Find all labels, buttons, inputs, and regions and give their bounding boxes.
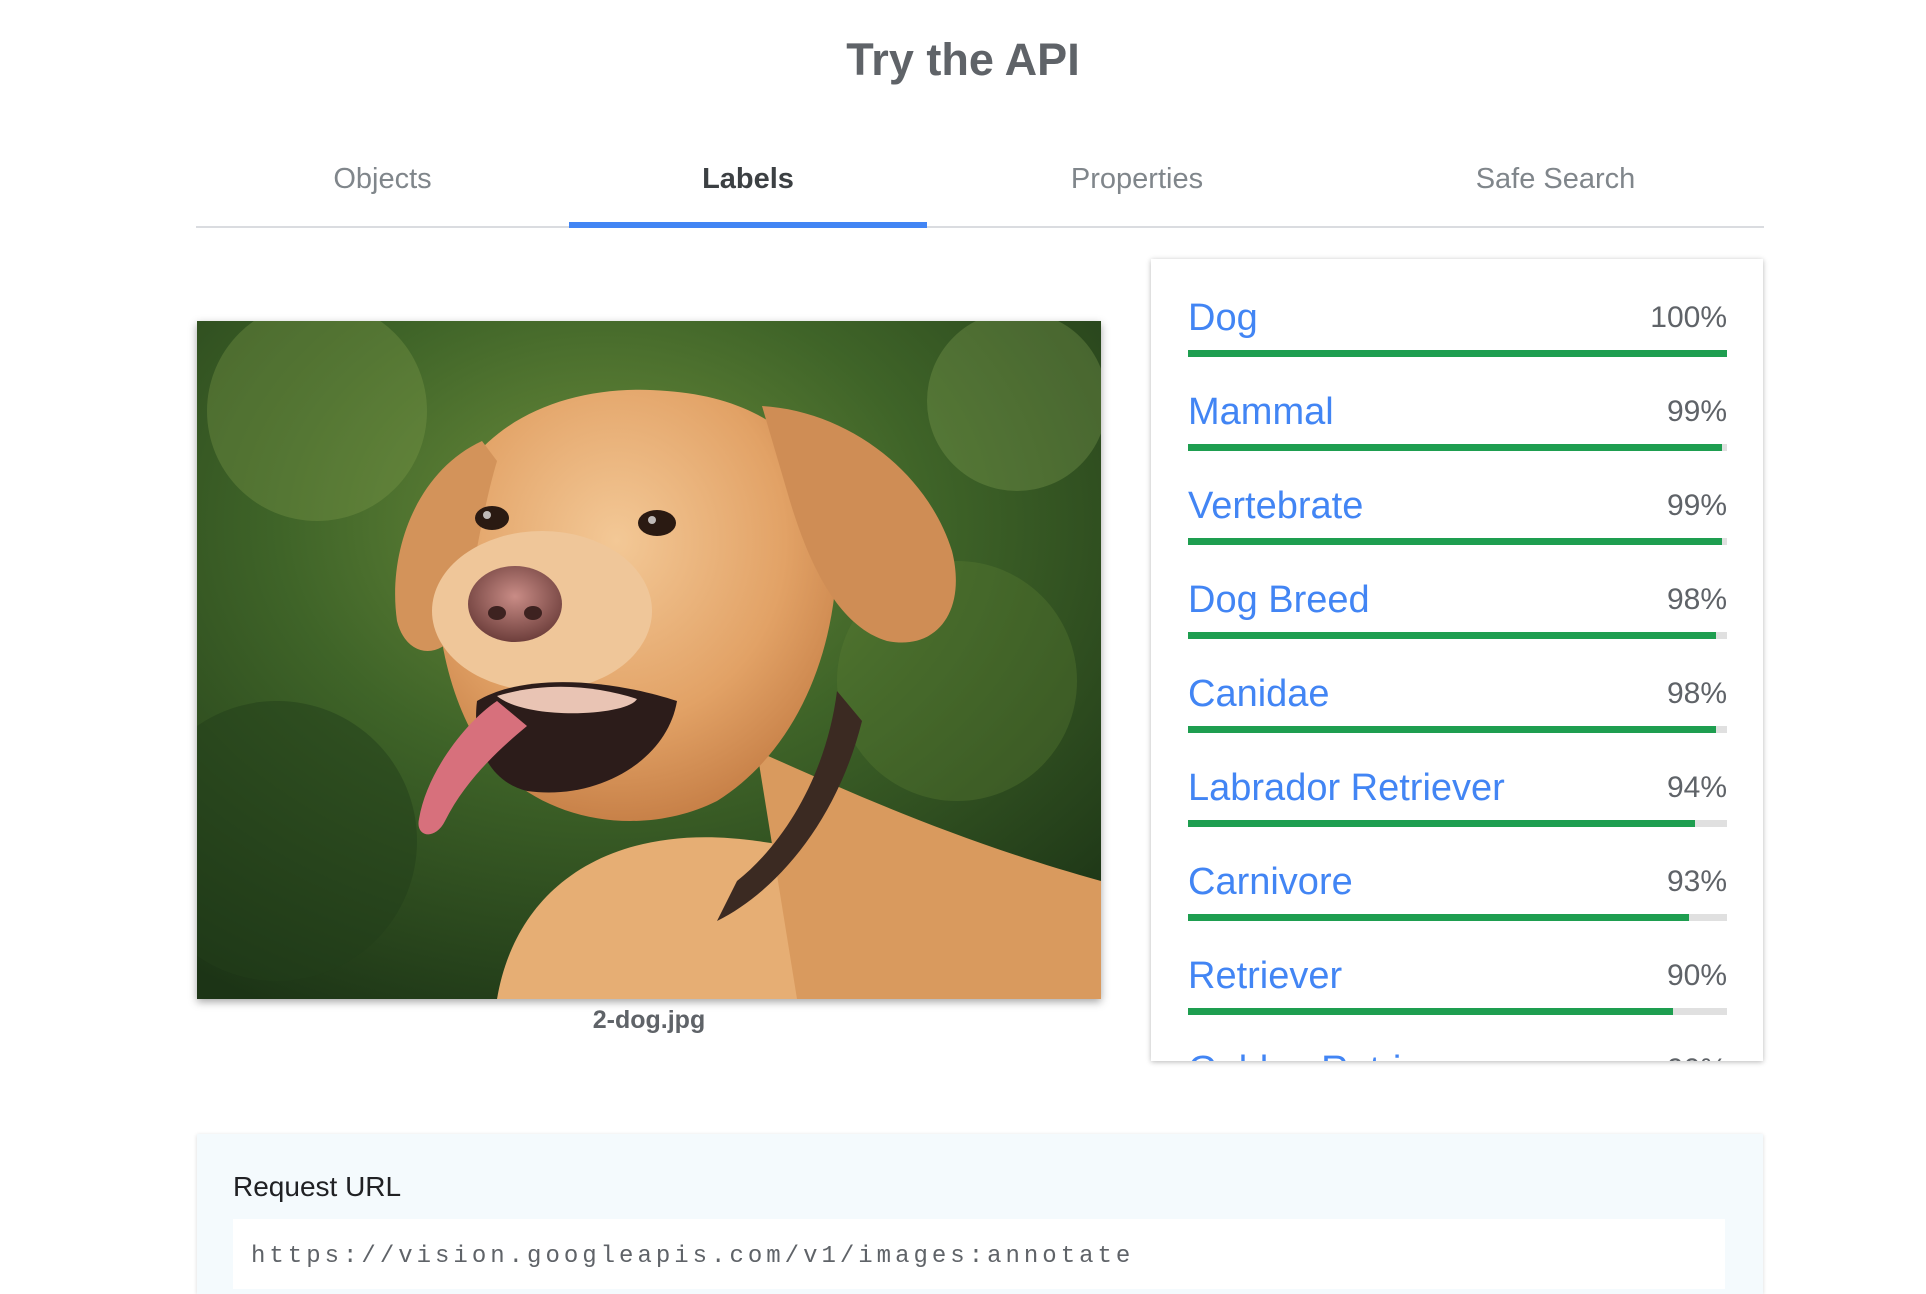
label-name[interactable]: Vertebrate	[1188, 485, 1363, 528]
label-name[interactable]: Dog	[1188, 297, 1258, 340]
label-row: Vertebrate 99%	[1188, 485, 1727, 579]
dog-photo	[197, 321, 1101, 999]
confidence-bar-fill	[1188, 538, 1722, 545]
label-score: 90%	[1666, 959, 1727, 992]
confidence-bar	[1188, 444, 1727, 451]
tab-labels[interactable]: Labels	[569, 163, 927, 196]
confidence-bar-fill	[1188, 632, 1717, 639]
label-row: Golden Retriever 90%	[1188, 1049, 1727, 1061]
confidence-bar-fill	[1188, 350, 1727, 357]
request-url-heading: Request URL	[233, 1171, 402, 1202]
label-score: 98%	[1666, 677, 1727, 710]
confidence-bar	[1188, 820, 1727, 827]
confidence-bar	[1188, 350, 1727, 357]
label-name[interactable]: Mammal	[1188, 391, 1334, 434]
confidence-bar	[1188, 726, 1727, 733]
label-name[interactable]: Canidae	[1188, 673, 1330, 716]
label-name[interactable]: Labrador Retriever	[1188, 767, 1505, 810]
tab-objects[interactable]: Objects	[196, 163, 569, 196]
label-row: Carnivore 93%	[1188, 861, 1727, 955]
label-name[interactable]: Dog Breed	[1188, 579, 1370, 622]
label-name[interactable]: Retriever	[1188, 955, 1342, 998]
label-name[interactable]: Golden Retriever	[1188, 1049, 1475, 1061]
confidence-bar-fill	[1188, 726, 1717, 733]
label-score: 90%	[1667, 1053, 1727, 1061]
uploaded-image	[197, 321, 1101, 999]
label-score: 94%	[1666, 771, 1727, 804]
page-title: Try the API	[846, 34, 1080, 85]
label-score: 100%	[1650, 301, 1727, 334]
image-filename: 2-dog.jpg	[592, 1006, 706, 1034]
label-name[interactable]: Carnivore	[1188, 861, 1353, 904]
label-score: 93%	[1666, 865, 1727, 898]
label-score: 99%	[1666, 395, 1727, 428]
confidence-bar-fill	[1188, 1008, 1674, 1015]
label-row: Dog 100%	[1188, 297, 1727, 391]
confidence-bar	[1188, 632, 1727, 639]
tab-safe-search[interactable]: Safe Search	[1347, 163, 1764, 196]
active-tab-indicator	[569, 222, 927, 228]
labels-panel[interactable]: Dog 100% Mammal 99% Vertebrate 99% Dog B…	[1151, 259, 1763, 1061]
label-row: Dog Breed 98%	[1188, 579, 1727, 673]
tab-properties[interactable]: Properties	[927, 163, 1347, 196]
label-score: 98%	[1666, 583, 1727, 616]
tab-bar: Objects Labels Properties Safe Search	[196, 145, 1764, 228]
confidence-bar-fill	[1188, 914, 1690, 921]
label-row: Retriever 90%	[1188, 955, 1727, 1049]
confidence-bar	[1188, 538, 1727, 545]
request-url-box[interactable]: https://vision.googleapis.com/v1/images:…	[233, 1219, 1725, 1289]
label-score: 99%	[1666, 489, 1727, 522]
request-card: Request URL https://vision.googleapis.co…	[197, 1134, 1763, 1294]
confidence-bar-fill	[1188, 820, 1695, 827]
label-row: Labrador Retriever 94%	[1188, 767, 1727, 861]
request-url-text[interactable]: https://vision.googleapis.com/v1/images:…	[251, 1243, 1134, 1270]
confidence-bar	[1188, 914, 1727, 921]
label-row: Canidae 98%	[1188, 673, 1727, 767]
confidence-bar	[1188, 1008, 1727, 1015]
confidence-bar-fill	[1188, 444, 1722, 451]
label-row: Mammal 99%	[1188, 391, 1727, 485]
